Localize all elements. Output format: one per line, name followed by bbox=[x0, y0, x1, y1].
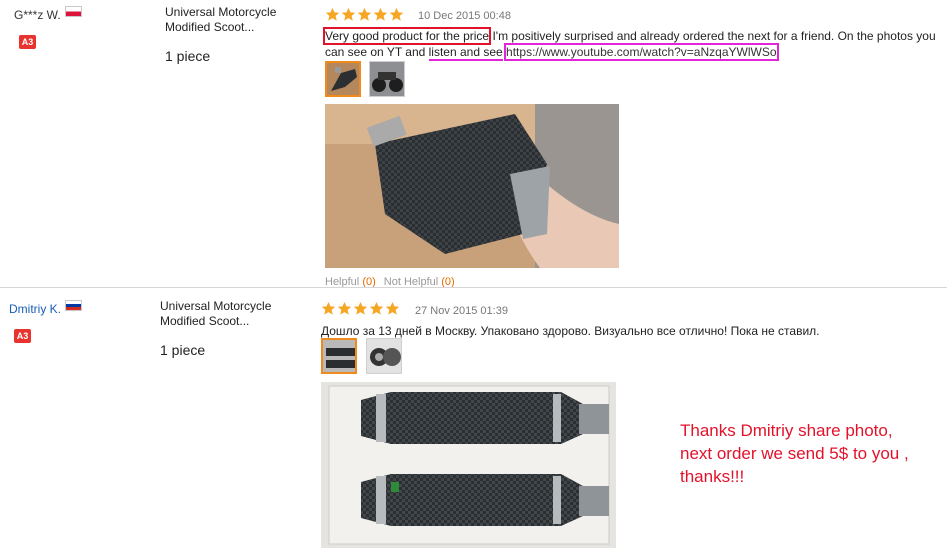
star-rating bbox=[325, 7, 404, 22]
star-icon bbox=[337, 301, 352, 315]
reviewer[interactable]: Dmitriy K. bbox=[9, 299, 82, 316]
quantity: 1 piece bbox=[165, 48, 211, 64]
review-thumbnail[interactable] bbox=[325, 61, 361, 97]
star-icon bbox=[353, 301, 368, 315]
star-icon bbox=[385, 301, 400, 315]
review-photo[interactable] bbox=[321, 382, 616, 548]
highlighted-phrase: Very good product for the price bbox=[322, 27, 492, 45]
review-thumbnail[interactable] bbox=[321, 338, 357, 374]
review-1: G***z W. A3 Universal Motorcycle Modifie… bbox=[0, 0, 947, 288]
product-name[interactable]: Universal Motorcycle Modified Scoot... bbox=[165, 5, 295, 35]
product-name[interactable]: Universal Motorcycle Modified Scoot... bbox=[160, 299, 290, 329]
underlined-phrase: listen and see bbox=[428, 45, 503, 61]
review-text: Very good product for the price I'm posi… bbox=[322, 27, 936, 61]
quantity: 1 piece bbox=[160, 342, 206, 358]
reviewer-name: G***z W. bbox=[14, 8, 61, 22]
star-icon bbox=[389, 7, 404, 21]
star-icon bbox=[357, 7, 372, 21]
review-date: 10 Dec 2015 00:48 bbox=[418, 10, 511, 22]
seller-note: Thanks Dmitriy share photo, next order w… bbox=[680, 421, 909, 486]
star-icon bbox=[325, 7, 340, 21]
review-date: 27 Nov 2015 01:39 bbox=[415, 305, 508, 317]
star-rating bbox=[321, 301, 400, 316]
star-icon bbox=[369, 301, 384, 315]
review-thumbnail[interactable] bbox=[369, 61, 405, 97]
russia-flag-icon bbox=[65, 299, 82, 311]
star-icon bbox=[373, 7, 388, 21]
review-thumbnail[interactable] bbox=[366, 338, 402, 374]
buyer-level-badge: A3 bbox=[14, 329, 31, 343]
buyer-level-badge: A3 bbox=[19, 35, 36, 49]
youtube-link[interactable]: https://www.youtube.com/watch?v=aNzqaYWl… bbox=[504, 43, 779, 61]
review-photo[interactable] bbox=[325, 104, 619, 268]
reviewer-name[interactable]: Dmitriy K. bbox=[9, 302, 61, 316]
poland-flag-icon bbox=[64, 5, 82, 17]
star-icon bbox=[341, 7, 356, 21]
star-icon bbox=[321, 301, 336, 315]
reviewer: G***z W. bbox=[14, 5, 82, 22]
review-text: Дошло за 13 дней в Москву. Упаковано здо… bbox=[321, 324, 820, 338]
